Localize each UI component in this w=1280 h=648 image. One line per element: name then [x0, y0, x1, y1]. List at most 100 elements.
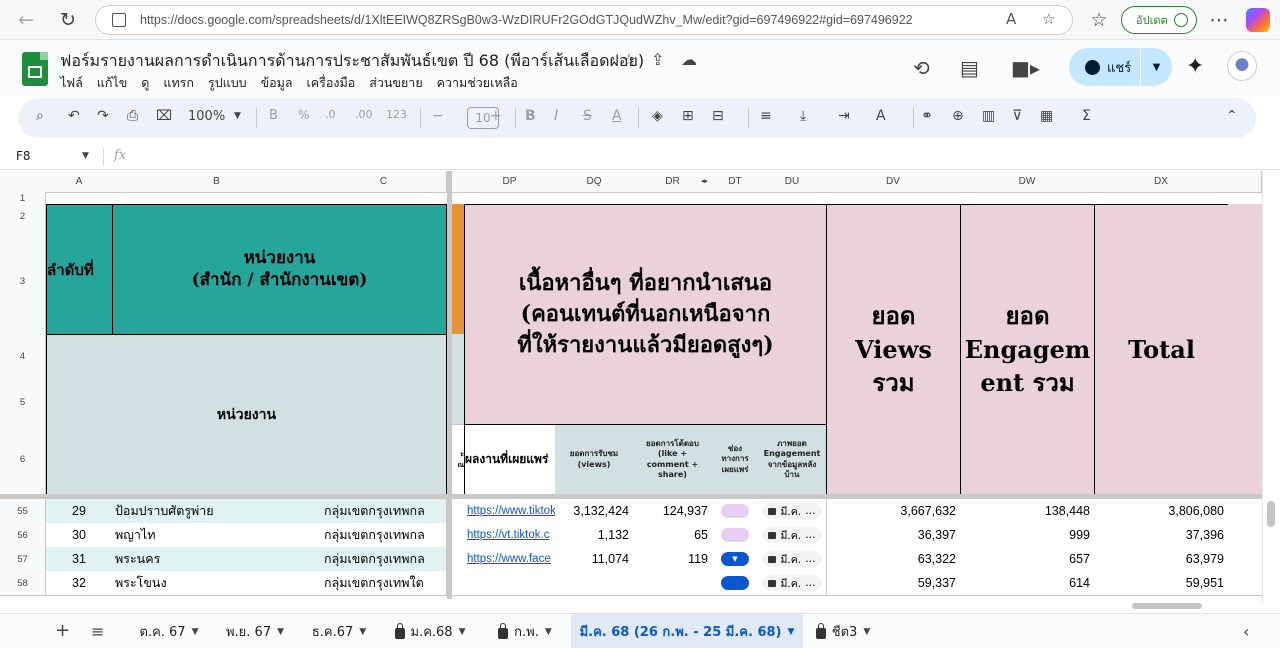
row-header[interactable]: 55 [0, 499, 46, 524]
cell-engagement[interactable]: 124,937 [633, 499, 713, 524]
italic-icon[interactable]: I [554, 108, 558, 124]
cell-engagement-total[interactable]: 614 [960, 571, 1095, 596]
cell-total[interactable]: 3,806,080 [1094, 499, 1229, 524]
insert-link-icon[interactable]: ⚭ [921, 108, 933, 124]
sheet-tab-menu-icon[interactable]: ▼ [545, 627, 552, 637]
more-options-icon[interactable]: ⋯ [1205, 6, 1233, 34]
cloud-status-icon[interactable]: ☁ [681, 50, 697, 69]
sheet-tab[interactable]: ก.พ. ▼ [480, 614, 570, 648]
row-header[interactable]: 3 [0, 228, 46, 335]
row-header[interactable]: 6 [0, 425, 46, 495]
sheet-tab[interactable]: ต.ค. 67 ▼ [126, 614, 212, 648]
cell-channel[interactable] [712, 571, 759, 596]
gemini-icon[interactable]: ✦ [1186, 54, 1204, 79]
cell-department-name[interactable]: พระนคร [112, 547, 322, 572]
header-total[interactable]: Total [1094, 204, 1229, 495]
text-rotation-icon[interactable]: A [876, 108, 886, 124]
decrease-decimal[interactable]: .0 [325, 108, 336, 121]
column-header[interactable]: B [112, 171, 322, 193]
cell-extra[interactable] [1228, 571, 1262, 596]
all-sheets-icon[interactable]: ≡ [91, 622, 104, 641]
sheet-tab[interactable]: มี.ค. 68 (26 ก.พ. - 25 มี.ค. 68) ▼ [571, 614, 803, 648]
cell-views-total[interactable]: 59,337 [826, 571, 961, 596]
horizontal-scrollbar[interactable] [0, 599, 1262, 613]
cell-department-name[interactable]: พญาไท [112, 523, 322, 548]
column-header[interactable]: DW [960, 171, 1095, 193]
header-department[interactable]: หน่วยงาน (สำนัก / สำนักงานเขต) [112, 204, 447, 335]
filter-icon[interactable]: ⊽ [1012, 108, 1022, 124]
menu-view[interactable]: ดู [141, 73, 149, 93]
cell-engagement[interactable]: 119 [633, 547, 713, 572]
version-history-icon[interactable]: ⟲ [913, 56, 930, 80]
row-header[interactable]: 4 [0, 334, 46, 380]
cell-engagement-total[interactable]: 138,448 [960, 499, 1095, 524]
file-chip[interactable]: มี.ค.… [762, 551, 822, 567]
row-header[interactable]: 56 [0, 523, 46, 548]
horizontal-align-icon[interactable]: ≡ [760, 108, 772, 124]
row-header[interactable]: 58 [0, 571, 46, 596]
favorite-star-icon[interactable]: ☆ [1042, 10, 1055, 28]
column-header[interactable]: DR ◂▸ [633, 171, 713, 193]
text-wrapping-icon[interactable]: ⇥ [838, 108, 850, 124]
site-info-icon[interactable] [112, 13, 126, 27]
paint-format-icon[interactable]: ⌧ [156, 108, 172, 124]
cell-views[interactable] [555, 571, 634, 596]
share-button[interactable]: แชร์ ▼ [1069, 48, 1172, 86]
cell-total[interactable]: 37,396 [1094, 523, 1229, 548]
insert-comment-icon[interactable]: ⊕ [952, 108, 964, 124]
menu-edit[interactable]: แก้ไข [97, 73, 127, 93]
add-sheet-icon[interactable]: + [55, 620, 70, 641]
cell-link[interactable]: https://www.tiktok [464, 499, 556, 524]
star-icon[interactable]: ☆ [622, 50, 636, 69]
cell-district-group[interactable]: กลุ่มเขตกรุงเทพใต [321, 571, 447, 596]
move-icon[interactable]: ⇪ [651, 50, 664, 69]
zoom-caret-icon[interactable]: ▼ [234, 111, 241, 121]
back-icon[interactable]: ← [12, 6, 40, 34]
column-header[interactable]: C [321, 171, 447, 193]
cell-order-number[interactable]: 31 [46, 547, 113, 572]
cell-engagement[interactable]: 65 [633, 523, 713, 548]
cell-engagement-total[interactable]: 657 [960, 547, 1095, 572]
header-views[interactable]: ยอดการรับชม (views) [555, 425, 634, 495]
sheet-tab[interactable]: ชีต3 ▼ [803, 614, 883, 648]
menu-insert[interactable]: แทรก [163, 73, 194, 93]
column-header[interactable] [1228, 171, 1262, 193]
url-text[interactable]: https://docs.google.com/spreadsheets/d/1… [140, 13, 1000, 27]
cell-views[interactable]: 1,132 [555, 523, 634, 548]
update-button[interactable]: อัปเดต [1121, 6, 1197, 34]
sheet-tab-menu-icon[interactable]: ▼ [359, 627, 366, 637]
cell-views-total[interactable]: 36,397 [826, 523, 961, 548]
header-department-sub[interactable]: หน่วยงาน [46, 334, 447, 495]
fill-color-icon[interactable]: ◈ [652, 108, 663, 124]
address-bar[interactable]: https://docs.google.com/spreadsheets/d/1… [95, 5, 1073, 35]
increase-font-icon[interactable]: + [490, 108, 502, 124]
account-avatar[interactable] [1227, 51, 1257, 81]
bold-preview[interactable]: B [269, 108, 278, 123]
read-aloud-icon[interactable]: A [1006, 10, 1016, 28]
cell-district-group[interactable]: กลุ่มเขตกรุงเทพกล [321, 499, 447, 524]
collapse-toolbar-icon[interactable]: ⌃ [1226, 108, 1238, 124]
column-header[interactable]: DX [1094, 171, 1229, 193]
cell-engagement-image[interactable]: มี.ค.… [758, 571, 827, 596]
print-icon[interactable]: ⎙ [127, 108, 138, 124]
cell-order-number[interactable]: 30 [46, 523, 113, 548]
text-color-icon[interactable]: A [612, 108, 622, 124]
percent-format[interactable]: % [298, 108, 309, 122]
file-chip[interactable]: มี.ค.… [762, 527, 822, 543]
vertical-align-icon[interactable]: ⤓ [800, 108, 806, 124]
increase-decimal[interactable]: .00 [355, 108, 373, 121]
cell-district-group[interactable]: กลุ่มเขตกรุงเทพกล [321, 547, 447, 572]
hidden-columns-arrows-icon[interactable]: ◂▸ [701, 171, 708, 192]
number-format[interactable]: 123 [386, 108, 407, 121]
header-engagement-image[interactable]: ภาพยอด Engagement จากข้อมูลหลัง บ้าน [758, 425, 827, 495]
strikethrough-icon[interactable]: S [583, 108, 592, 124]
cell-link[interactable] [464, 571, 556, 596]
cell-total[interactable]: 59,951 [1094, 571, 1229, 596]
sheet-tab-menu-icon[interactable]: ▼ [863, 627, 870, 637]
file-chip[interactable]: มี.ค.… [762, 503, 822, 519]
sheet-tab[interactable]: ธ.ค.67 ▼ [298, 614, 380, 648]
column-header[interactable]: A [46, 171, 113, 193]
scroll-tabs-left-icon[interactable]: ‹ [1243, 622, 1249, 641]
filter-views-icon[interactable]: ▦ [1040, 108, 1053, 124]
favorites-icon[interactable]: ☆ [1085, 6, 1113, 34]
